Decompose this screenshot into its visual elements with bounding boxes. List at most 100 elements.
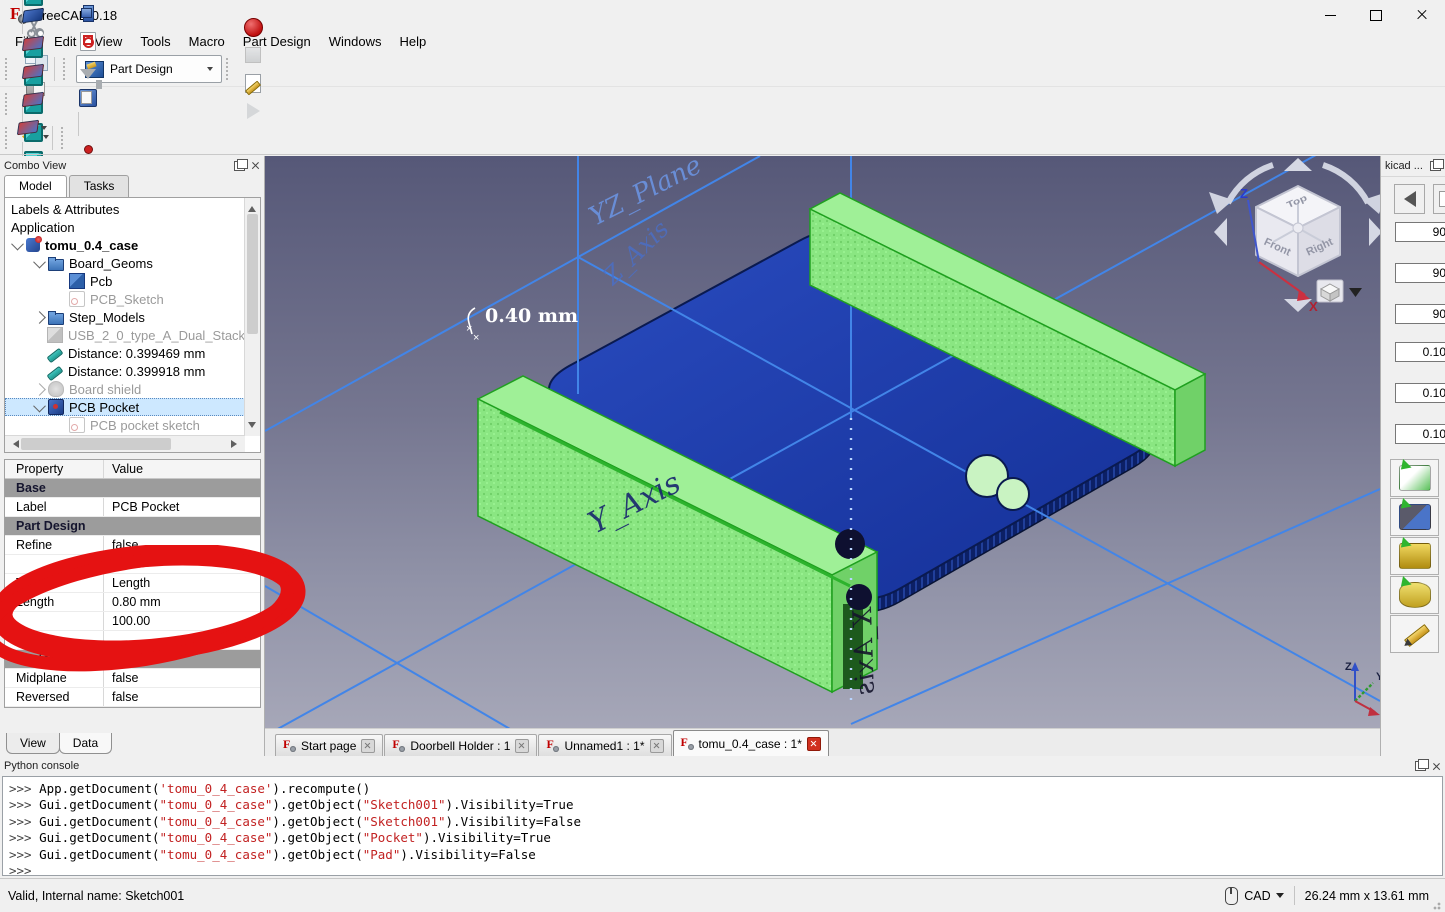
property-value[interactable]: false bbox=[104, 536, 260, 554]
tab-model[interactable]: Model bbox=[4, 175, 67, 197]
property-value[interactable]: 100.00 bbox=[104, 612, 260, 630]
expander-closed-icon[interactable] bbox=[33, 311, 46, 324]
tree-item-board-shield[interactable]: Board shield bbox=[5, 380, 245, 398]
tree-horizontal-scrollbar[interactable] bbox=[5, 435, 245, 452]
minimize-button[interactable] bbox=[1307, 0, 1353, 30]
python-console-input[interactable]: >>> App.getDocument('tomu_0_4_case').rec… bbox=[2, 776, 1443, 876]
expander-open-icon[interactable] bbox=[33, 399, 46, 412]
nav-arrow-left-icon[interactable] bbox=[1214, 218, 1227, 246]
create-body-button[interactable] bbox=[74, 0, 102, 28]
kicad-next-button[interactable] bbox=[1433, 184, 1445, 214]
toolbar-grip[interactable] bbox=[226, 58, 234, 80]
navigation-cube[interactable]: Top Front Right Z X bbox=[1209, 158, 1380, 314]
tree-item-pcb[interactable]: Pcb bbox=[5, 272, 245, 290]
subtractive-primitive-button[interactable] bbox=[18, 114, 47, 142]
document-tab-tomu-0-4-case-1[interactable]: tomu_0.4_case : 1* bbox=[673, 730, 829, 756]
property-value[interactable]: 0.80 mm bbox=[104, 593, 260, 611]
hole-button[interactable] bbox=[18, 2, 47, 30]
close-tab-icon[interactable] bbox=[515, 739, 529, 753]
groove-button[interactable] bbox=[18, 30, 47, 58]
property-value[interactable]: false bbox=[104, 688, 260, 706]
scroll-left-icon[interactable] bbox=[9, 440, 19, 448]
tree-item-pcb-pocket-sketch[interactable]: PCB pocket sketch bbox=[5, 416, 245, 434]
expander-open-icon[interactable] bbox=[11, 237, 24, 250]
subtractive-primitive-dropdown[interactable] bbox=[41, 126, 47, 130]
property-value[interactable]: PCB Pocket bbox=[104, 498, 260, 516]
property-value[interactable] bbox=[104, 555, 260, 573]
subtractive-pipe-button[interactable] bbox=[18, 86, 47, 114]
nav-cube-dropdown-icon[interactable] bbox=[1349, 288, 1362, 297]
tab-tasks[interactable]: Tasks bbox=[69, 175, 130, 197]
column-value[interactable]: Value bbox=[104, 460, 260, 478]
toolbar-grip[interactable] bbox=[63, 58, 71, 80]
property-value[interactable]: Length bbox=[104, 574, 260, 592]
kicad-field-5[interactable] bbox=[1395, 383, 1445, 403]
kicad-field-6[interactable] bbox=[1395, 424, 1445, 444]
resize-grip[interactable] bbox=[1433, 900, 1443, 910]
create-sketch-button[interactable] bbox=[74, 28, 102, 56]
close-tab-icon[interactable] bbox=[807, 737, 821, 751]
document-tab-doorbell-holder-1[interactable]: Doorbell Holder : 1 bbox=[384, 734, 537, 756]
kicad-field-4[interactable] bbox=[1395, 342, 1445, 362]
scrollbar-thumb[interactable] bbox=[21, 438, 171, 450]
macro-record-button[interactable] bbox=[239, 13, 267, 41]
kicad-field-1[interactable] bbox=[1395, 222, 1445, 242]
tree-item-application[interactable]: Application bbox=[5, 218, 245, 236]
kicad-field-2[interactable] bbox=[1395, 263, 1445, 283]
nav-arrow-right-icon[interactable] bbox=[1369, 218, 1380, 246]
maximize-button[interactable] bbox=[1353, 0, 1399, 30]
tree-item-tomu-0-4-case[interactable]: tomu_0.4_case bbox=[5, 236, 245, 254]
scroll-right-icon[interactable] bbox=[231, 440, 241, 448]
tree-vertical-scrollbar[interactable] bbox=[244, 198, 260, 436]
scroll-up-icon[interactable] bbox=[248, 202, 256, 212]
map-sketch-button[interactable] bbox=[74, 56, 102, 84]
menu-macro[interactable]: Macro bbox=[180, 32, 234, 51]
tab-view[interactable]: View bbox=[6, 733, 60, 754]
tree-item-step-models[interactable]: Step_Models bbox=[5, 308, 245, 326]
menu-tools[interactable]: Tools bbox=[131, 32, 179, 51]
kicad-field-3[interactable] bbox=[1395, 304, 1445, 324]
float-panel-icon[interactable] bbox=[1415, 761, 1426, 771]
kicad-load-part-button[interactable] bbox=[1390, 537, 1439, 575]
nav-cube-menu-button[interactable] bbox=[1317, 280, 1362, 302]
close-tab-icon[interactable] bbox=[650, 739, 664, 753]
toolbar-grip[interactable] bbox=[5, 58, 13, 80]
toolbar-grip[interactable] bbox=[61, 127, 69, 149]
kicad-export-library-button[interactable] bbox=[1390, 576, 1439, 614]
tree-item-pcb-sketch[interactable]: PCB_Sketch bbox=[5, 290, 245, 308]
kicad-edit-button[interactable] bbox=[1390, 615, 1439, 653]
close-panel-icon[interactable] bbox=[251, 161, 260, 170]
menu-windows[interactable]: Windows bbox=[320, 32, 391, 51]
kicad-export-3d-button[interactable] bbox=[1390, 498, 1439, 536]
kicad-back-button[interactable] bbox=[1394, 184, 1425, 214]
toolbar-grip[interactable] bbox=[5, 127, 13, 149]
tree-item-labels-attributes[interactable]: Labels & Attributes bbox=[5, 200, 245, 218]
scrollbar-thumb[interactable] bbox=[247, 214, 258, 334]
kicad-load-board-button[interactable] bbox=[1390, 459, 1439, 497]
float-panel-icon[interactable] bbox=[1430, 161, 1441, 171]
document-tab-unnamed1-1[interactable]: Unnamed1 : 1* bbox=[538, 734, 671, 756]
scroll-down-icon[interactable] bbox=[248, 422, 256, 432]
close-panel-icon[interactable] bbox=[1432, 762, 1441, 771]
column-property[interactable]: Property bbox=[5, 460, 104, 478]
close-tab-icon[interactable] bbox=[361, 739, 375, 753]
tree-item-distance-0-399469-mm[interactable]: Distance: 0.399469 mm bbox=[5, 344, 245, 362]
float-panel-icon[interactable] bbox=[234, 161, 245, 171]
nav-arrow-down-icon[interactable] bbox=[1284, 299, 1312, 312]
subtractive-loft-button[interactable] bbox=[18, 58, 47, 86]
macro-stop-button[interactable] bbox=[239, 41, 267, 69]
tree-item-pcb-pocket[interactable]: PCB Pocket bbox=[5, 398, 245, 416]
tab-data[interactable]: Data bbox=[59, 733, 112, 754]
tree-item-board-geoms[interactable]: Board_Geoms bbox=[5, 254, 245, 272]
nav-style-dropdown-icon[interactable] bbox=[1276, 893, 1284, 898]
menu-help[interactable]: Help bbox=[390, 32, 435, 51]
document-tab-start-page[interactable]: Start page bbox=[275, 734, 383, 756]
expander-closed-icon[interactable] bbox=[33, 383, 46, 396]
close-button[interactable] bbox=[1399, 0, 1445, 30]
toolbar-grip[interactable] bbox=[5, 93, 13, 115]
tree-item-distance-0-399918-mm[interactable]: Distance: 0.399918 mm bbox=[5, 362, 245, 380]
tree-item-usb-2-0-type-a-dual-stacked-jac[interactable]: USB_2_0_type_A_Dual_Stacked_jac bbox=[5, 326, 245, 344]
3d-viewport[interactable]: YZ_Plane Z_Axis bbox=[265, 156, 1380, 728]
nav-style-selector[interactable]: CAD bbox=[1244, 889, 1270, 903]
property-value[interactable]: false bbox=[104, 669, 260, 687]
